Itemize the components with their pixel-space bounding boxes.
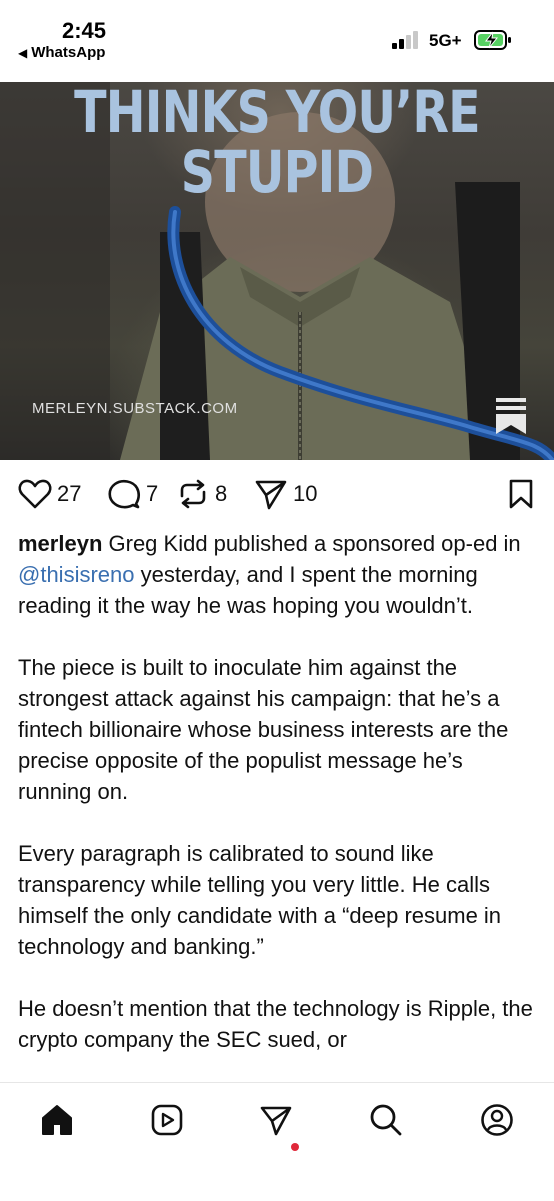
caption-username[interactable]: merleyn <box>18 531 102 556</box>
share-count: 10 <box>293 481 318 506</box>
post-actions: 27 7 8 10 <box>0 474 554 514</box>
status-time: 2:45 <box>62 18 107 43</box>
reels-icon[interactable] <box>150 1103 184 1137</box>
caption-text-1a: Greg Kidd published a sponsored op-ed in <box>102 531 521 556</box>
post-image[interactable]: THINKS YOU’RE STUPID MERLEYN.SUBSTACK.CO… <box>0 82 554 460</box>
comment-bubble-icon <box>108 479 141 509</box>
messages-icon[interactable] <box>259 1103 293 1137</box>
comment-count: 7 <box>146 481 159 506</box>
image-headline-line-1: THINKS YOU’RE <box>74 82 481 146</box>
cellular-signal-icon <box>392 31 422 49</box>
comment-button[interactable]: 7 <box>107 478 158 510</box>
image-headline: THINKS YOU’RE STUPID <box>0 82 554 202</box>
post-caption: merleyn Greg Kidd published a sponsored … <box>18 528 540 1086</box>
search-icon[interactable] <box>369 1103 403 1137</box>
back-triangle-icon: ◀ <box>18 46 28 60</box>
notification-dot <box>291 1143 299 1151</box>
caption-paragraph-4: He doesn’t mention that the technology i… <box>18 996 533 1052</box>
bottom-tab-bar <box>0 1082 554 1201</box>
profile-icon[interactable] <box>480 1103 514 1137</box>
repost-count: 8 <box>215 481 228 506</box>
caption-paragraph-2: The piece is built to inoculate him agai… <box>18 655 509 804</box>
bookmark-icon <box>509 479 533 509</box>
caption-mention[interactable]: @thisisreno <box>18 562 135 587</box>
like-button[interactable]: 27 <box>18 478 81 510</box>
share-button[interactable]: 10 <box>254 478 317 510</box>
image-headline-line-2: STUPID <box>180 138 374 206</box>
back-app-label: WhatsApp <box>31 44 106 61</box>
back-to-app-link[interactable]: ◀ WhatsApp <box>18 44 105 61</box>
caption-paragraph-1: merleyn Greg Kidd published a sponsored … <box>18 528 540 621</box>
send-paperplane-icon <box>255 480 287 510</box>
image-source-url: MERLEYN.SUBSTACK.COM <box>32 400 238 417</box>
network-type: 5G+ <box>429 31 462 50</box>
battery-charging-icon <box>474 30 511 50</box>
caption-paragraph-3: Every paragraph is calibrated to sound l… <box>18 841 502 959</box>
heart-icon <box>18 479 52 509</box>
home-icon[interactable] <box>40 1103 74 1137</box>
save-button[interactable] <box>506 478 536 510</box>
like-count: 27 <box>57 481 82 506</box>
repost-button[interactable]: 8 <box>176 478 227 510</box>
repost-arrows-icon <box>180 479 206 509</box>
status-bar: 2:45 ◀ WhatsApp 5G+ <box>0 0 554 82</box>
